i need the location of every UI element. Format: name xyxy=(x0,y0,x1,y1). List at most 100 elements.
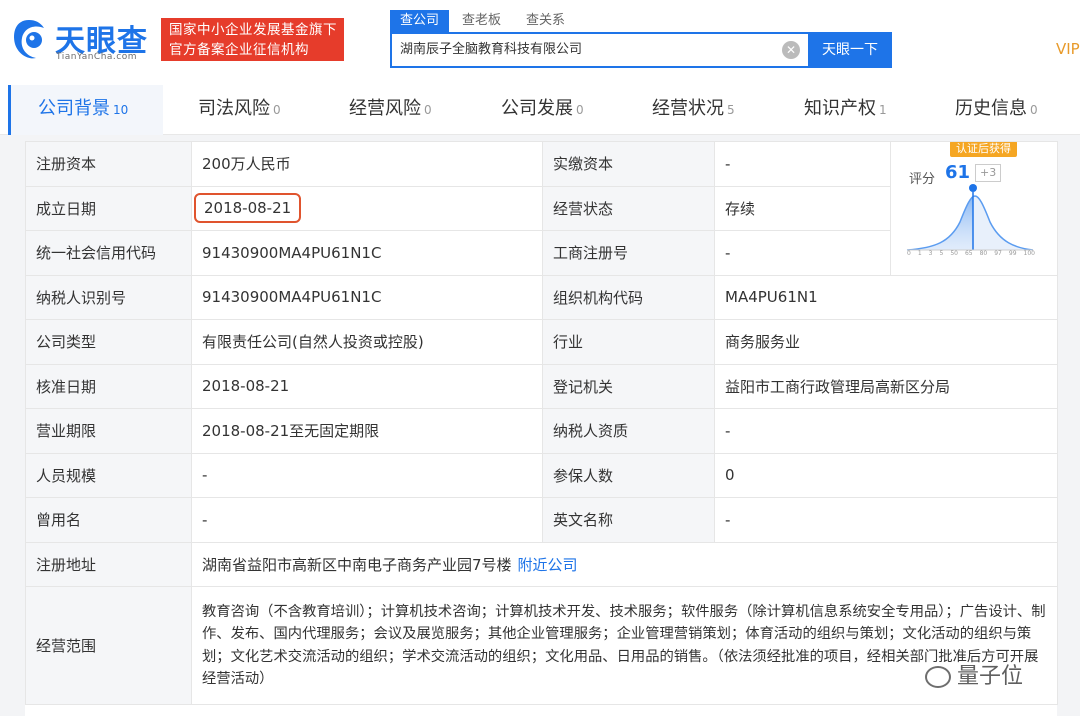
search-tab-boss[interactable]: 查老板 xyxy=(462,10,501,32)
score-value: 61 xyxy=(945,162,971,183)
tab-count: 1 xyxy=(879,103,887,117)
tab-operation-status[interactable]: 经营状况 5 xyxy=(652,85,735,135)
search-input[interactable]: 湖南辰子全脑教育科技有限公司 xyxy=(400,34,582,66)
reg-capital-label: 注册资本 xyxy=(25,141,192,187)
table-row: 曾用名 - 英文名称 - xyxy=(25,497,1058,543)
axis-tick: 65 xyxy=(964,250,973,257)
table-row: 公司类型 有限责任公司(自然人投资或控股) 行业 商务服务业 xyxy=(25,319,1058,365)
axis-tick: 80 xyxy=(979,250,988,257)
tab-label: 公司发展 xyxy=(501,98,573,119)
table-row: 纳税人识别号 91430900MA4PU61N1C 组织机构代码 MA4PU61… xyxy=(25,274,1058,320)
axis-tick: 5 xyxy=(939,250,944,257)
former-name-value: - xyxy=(191,497,543,543)
address-value: 湖南省益阳市高新区中南电子商务产业园7号楼 xyxy=(202,555,512,574)
axis-tick: 0 xyxy=(907,250,911,257)
table-row: 人员规模 - 参保人数 0 xyxy=(25,452,1058,498)
badge-line-2: 官方备案企业征信机构 xyxy=(169,42,309,58)
credit-code-value: 91430900MA4PU61N1C xyxy=(191,230,543,276)
org-code-label: 组织机构代码 xyxy=(542,274,715,320)
business-info-table: 注册资本 200万人民币 实缴资本 - 认证后获得 评分 61 +3 0 1 3… xyxy=(25,141,1058,716)
search-button[interactable]: 天眼一下 xyxy=(808,32,892,68)
insured-value: 0 xyxy=(714,452,1058,498)
tab-label: 经营状况 xyxy=(652,98,724,119)
tab-history-info[interactable]: 历史信息 0 xyxy=(955,85,1038,135)
found-date-cell: 2018-08-21 xyxy=(191,185,543,231)
status-value: 存续 xyxy=(714,185,891,231)
address-label: 注册地址 xyxy=(25,541,192,587)
tab-business-risk[interactable]: 经营风险 0 xyxy=(349,85,432,135)
tab-company-development[interactable]: 公司发展 0 xyxy=(501,85,584,135)
axis-tick: 97 xyxy=(994,250,1002,257)
wechat-icon xyxy=(925,666,951,688)
axis-tick: 1 xyxy=(917,250,922,257)
company-type-value: 有限责任公司(自然人投资或控股) xyxy=(191,319,543,365)
watermark: 量子位 xyxy=(925,658,1023,690)
tianyancha-logo-icon[interactable] xyxy=(10,18,48,62)
biz-term-label: 营业期限 xyxy=(25,408,192,454)
badge-line-1: 国家中小企业发展基金旗下 xyxy=(169,22,337,38)
search-box[interactable]: 湖南辰子全脑教育科技有限公司 ✕ xyxy=(390,32,810,68)
search-tab-relation[interactable]: 查关系 xyxy=(526,10,565,32)
tab-intellectual-property[interactable]: 知识产权 1 xyxy=(804,85,887,135)
tab-count: 0 xyxy=(424,103,432,117)
table-row: 营业期限 2018-08-21至无固定期限 纳税人资质 - xyxy=(25,408,1058,454)
paid-capital-value: - xyxy=(714,141,891,187)
axis-tick: 50 xyxy=(950,250,958,257)
section-tabs: 公司背景 10 司法风险 0 经营风险 0 公司发展 0 经营状况 5 知识产权 1 历史信… xyxy=(0,85,1080,135)
logo-url: TianYanCha.com xyxy=(56,52,138,62)
tab-count: 10 xyxy=(113,103,129,117)
score-axis: 0 1 3 5 50 65 80 97 99 100 xyxy=(907,250,1035,257)
top-header: 天眼查 TianYanCha.com 国家中小企业发展基金旗下 官方备案企业征信… xyxy=(0,0,1080,85)
table-row: 注册资本 200万人民币 实缴资本 - 认证后获得 评分 61 +3 0 1 3… xyxy=(25,141,1058,276)
paid-capital-label: 实缴资本 xyxy=(542,141,715,187)
reg-authority-value: 益阳市工商行政管理局高新区分局 xyxy=(714,363,1058,409)
credit-code-label: 统一社会信用代码 xyxy=(25,230,192,276)
reg-capital-value: 200万人民币 xyxy=(191,141,543,187)
tab-label: 司法风险 xyxy=(198,98,270,119)
scope-label: 经营范围 xyxy=(25,586,192,705)
tab-company-background[interactable]: 公司背景 10 xyxy=(8,85,163,135)
biz-reg-label: 工商注册号 xyxy=(542,230,715,276)
found-date-value: 2018-08-21 xyxy=(194,193,302,224)
nearby-companies-link[interactable]: 附近公司 xyxy=(518,556,578,574)
former-name-label: 曾用名 xyxy=(25,497,192,543)
taxpayer-qual-label: 纳税人资质 xyxy=(542,408,715,454)
biz-reg-value: - xyxy=(714,230,891,276)
taxpayer-id-label: 纳税人识别号 xyxy=(25,274,192,320)
score-delta: +3 xyxy=(975,164,1002,182)
tab-count: 0 xyxy=(273,103,281,117)
tab-label: 经营风险 xyxy=(349,98,421,119)
axis-tick: 100 xyxy=(1023,250,1035,257)
approve-date-label: 核准日期 xyxy=(25,363,192,409)
table-row: 核准日期 2018-08-21 登记机关 益阳市工商行政管理局高新区分局 xyxy=(25,363,1058,409)
biz-term-value: 2018-08-21至无固定期限 xyxy=(191,408,543,454)
table-row: 注册地址 湖南省益阳市高新区中南电子商务产业园7号楼 附近公司 xyxy=(25,541,1058,587)
search-tab-company[interactable]: 查公司 xyxy=(390,10,450,32)
score-badge: 认证后获得 xyxy=(950,142,1017,157)
staff-size-label: 人员规模 xyxy=(25,452,192,498)
vip-link[interactable]: VIP xyxy=(1056,40,1080,58)
official-badge: 国家中小企业发展基金旗下 官方备案企业征信机构 xyxy=(161,18,344,61)
address-cell: 湖南省益阳市高新区中南电子商务产业园7号楼 附近公司 xyxy=(191,541,1058,587)
tab-label: 公司背景 xyxy=(38,98,110,119)
axis-tick: 99 xyxy=(1008,250,1017,257)
staff-size-value: - xyxy=(191,452,543,498)
table-row: 经营范围 教育咨询（不含教育培训）；计算机技术咨询；计算机技术开发、技术服务；软… xyxy=(25,586,1058,705)
score-panel[interactable]: 认证后获得 评分 61 +3 0 1 3 5 50 65 80 97 99 10… xyxy=(890,141,1058,276)
tab-judicial-risk[interactable]: 司法风险 0 xyxy=(198,85,281,135)
watermark-text: 量子位 xyxy=(957,664,1024,689)
industry-value: 商务服务业 xyxy=(714,319,1058,365)
tab-count: 0 xyxy=(1030,103,1038,117)
tab-count: 5 xyxy=(727,103,735,117)
company-type-label: 公司类型 xyxy=(25,319,192,365)
clear-icon[interactable]: ✕ xyxy=(782,41,800,59)
industry-label: 行业 xyxy=(542,319,715,365)
english-name-label: 英文名称 xyxy=(542,497,715,543)
tab-label: 知识产权 xyxy=(804,98,876,119)
score-distribution-curve xyxy=(906,184,1034,251)
found-date-label: 成立日期 xyxy=(25,185,192,231)
axis-tick: 3 xyxy=(928,250,933,257)
approve-date-value: 2018-08-21 xyxy=(191,363,543,409)
status-label: 经营状态 xyxy=(542,185,715,231)
tab-count: 0 xyxy=(576,103,584,117)
